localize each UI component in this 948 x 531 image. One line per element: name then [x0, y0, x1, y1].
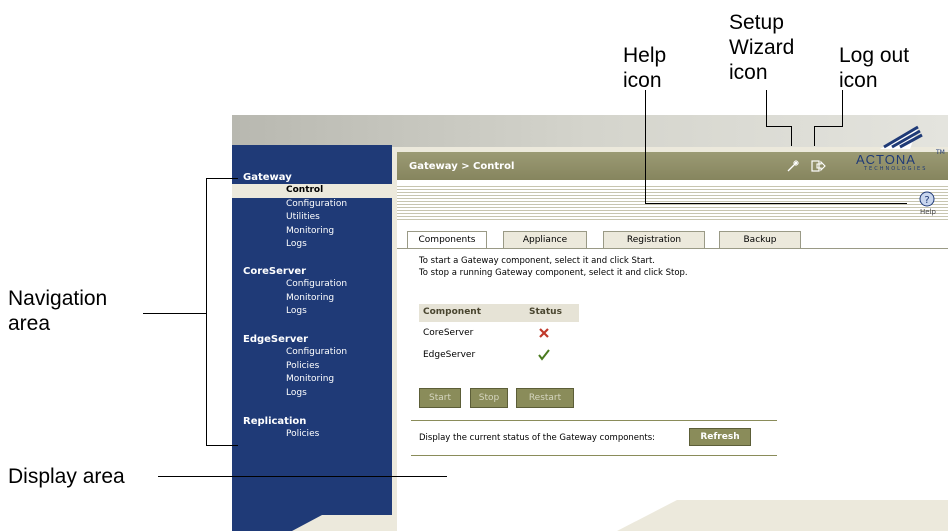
start-button[interactable]: Start	[419, 388, 461, 408]
help-callout	[645, 90, 646, 204]
section-divider	[411, 455, 777, 456]
component-name: CoreServer	[423, 328, 474, 338]
stripe-divider	[397, 210, 948, 211]
tab-bar: Components Appliance Registration Backup	[407, 231, 827, 248]
table-header-row: Component Status	[419, 304, 579, 322]
nav-item-edgeserver-logs[interactable]: Logs	[232, 387, 392, 401]
stripe-divider	[397, 216, 948, 217]
restart-button[interactable]: Restart	[516, 388, 574, 408]
nav-group-title[interactable]: CoreServer	[232, 265, 392, 278]
stripe-divider	[397, 192, 948, 193]
stripe-divider	[397, 189, 948, 190]
tab-backup[interactable]: Backup	[719, 231, 801, 248]
nav-item-coreserver-logs[interactable]: Logs	[232, 305, 392, 319]
running-status-icon	[538, 349, 550, 361]
component-table: Component Status CoreServer EdgeServer	[419, 304, 579, 366]
nav-item-edgeserver-configuration[interactable]: Configuration	[232, 346, 392, 360]
nav-item-replication-policies[interactable]: Policies	[232, 428, 392, 442]
navigation-bracket	[206, 178, 207, 446]
section-divider	[411, 420, 777, 421]
tab-appliance[interactable]: Appliance	[503, 231, 587, 248]
instruction-line: To stop a running Gateway component, sel…	[419, 268, 688, 278]
nav-item-gateway-configuration[interactable]: Configuration	[232, 198, 392, 212]
stripe-divider	[397, 204, 948, 205]
stripe-divider	[397, 186, 948, 187]
company-logo: ACTONA TM TECHNOLOGIES	[832, 115, 948, 175]
stripe-divider	[397, 201, 948, 202]
sidebar-notch	[292, 515, 392, 531]
logo-mark	[880, 125, 923, 149]
logo-name: ACTONA	[856, 152, 916, 167]
stripe-divider	[397, 213, 948, 214]
nav-item-edgeserver-policies[interactable]: Policies	[232, 360, 392, 374]
nav-group-title[interactable]: Gateway	[232, 171, 392, 184]
navigation-bracket	[206, 178, 238, 179]
navigation-bracket	[206, 445, 238, 446]
stop-button[interactable]: Stop	[470, 388, 508, 408]
svg-text:?: ?	[924, 195, 929, 206]
column-header-component: Component	[423, 307, 482, 317]
nav-item-gateway-monitoring[interactable]: Monitoring	[232, 225, 392, 239]
tab-components[interactable]: Components	[407, 231, 487, 248]
nav-item-gateway-logs[interactable]: Logs	[232, 238, 392, 252]
navigation-sidebar: Gateway Control Configuration Utilities …	[232, 145, 392, 531]
help-button[interactable]: ? Help	[912, 191, 942, 219]
logout-callout	[814, 126, 815, 146]
setup-wizard-callout	[766, 90, 767, 126]
display-area-callout	[158, 476, 447, 477]
logout-icon[interactable]	[810, 158, 826, 174]
stripe-divider	[397, 207, 948, 208]
nav-item-edgeserver-monitoring[interactable]: Monitoring	[232, 373, 392, 387]
logout-icon-annotation: Log out icon	[839, 44, 910, 92]
nav-item-gateway-utilities[interactable]: Utilities	[232, 211, 392, 225]
setup-wizard-callout	[791, 126, 792, 146]
nav-item-coreserver-configuration[interactable]: Configuration	[232, 278, 392, 292]
tab-underline	[397, 248, 948, 249]
help-icon-annotation: Help icon	[623, 44, 667, 92]
logo-subtitle: TECHNOLOGIES	[864, 166, 928, 172]
instructions: To start a Gateway component, select it …	[419, 255, 688, 279]
instruction-line: To start a Gateway component, select it …	[419, 256, 656, 266]
navigation-callout	[143, 313, 207, 314]
logo-trademark: TM	[936, 149, 945, 156]
column-header-status: Status	[529, 307, 562, 317]
nav-group-coreserver: CoreServer Configuration Monitoring Logs	[232, 265, 392, 319]
table-row[interactable]: EdgeServer	[419, 344, 579, 366]
display-area-annotation: Display area	[8, 465, 125, 488]
setup-wizard-annotation: Setup Wizard icon	[729, 11, 795, 84]
nav-group-replication: Replication Policies	[232, 415, 392, 442]
tab-registration[interactable]: Registration	[603, 231, 705, 248]
stripe-divider	[397, 198, 948, 199]
app-window: Gateway Control Configuration Utilities …	[232, 115, 948, 531]
display-area: ? Help Components Appliance Registration…	[397, 180, 948, 531]
nav-item-coreserver-monitoring[interactable]: Monitoring	[232, 292, 392, 306]
stopped-status-icon	[539, 328, 549, 338]
refresh-description: Display the current status of the Gatewa…	[419, 433, 656, 443]
logout-callout	[814, 126, 843, 127]
stripe-divider	[397, 219, 948, 220]
breadcrumb: Gateway > Control	[409, 161, 515, 172]
help-icon: ?	[919, 191, 935, 207]
help-label: Help	[920, 208, 936, 216]
footer-wedge	[617, 500, 948, 531]
help-callout	[645, 203, 907, 204]
stripe-divider	[397, 195, 948, 196]
nav-group-title[interactable]: EdgeServer	[232, 333, 392, 346]
table-row[interactable]: CoreServer	[419, 322, 579, 344]
logout-callout	[842, 90, 843, 126]
navigation-area-annotation: Navigation area	[8, 287, 108, 335]
setup-wizard-callout	[766, 126, 792, 127]
nav-group-gateway: Gateway Control Configuration Utilities …	[232, 171, 392, 252]
nav-item-gateway-control[interactable]: Control	[232, 184, 392, 198]
setup-wizard-icon[interactable]	[785, 158, 801, 174]
nav-group-edgeserver: EdgeServer Configuration Policies Monito…	[232, 333, 392, 400]
refresh-button[interactable]: Refresh	[689, 428, 751, 446]
nav-group-title[interactable]: Replication	[232, 415, 392, 428]
component-name: EdgeServer	[423, 350, 476, 360]
